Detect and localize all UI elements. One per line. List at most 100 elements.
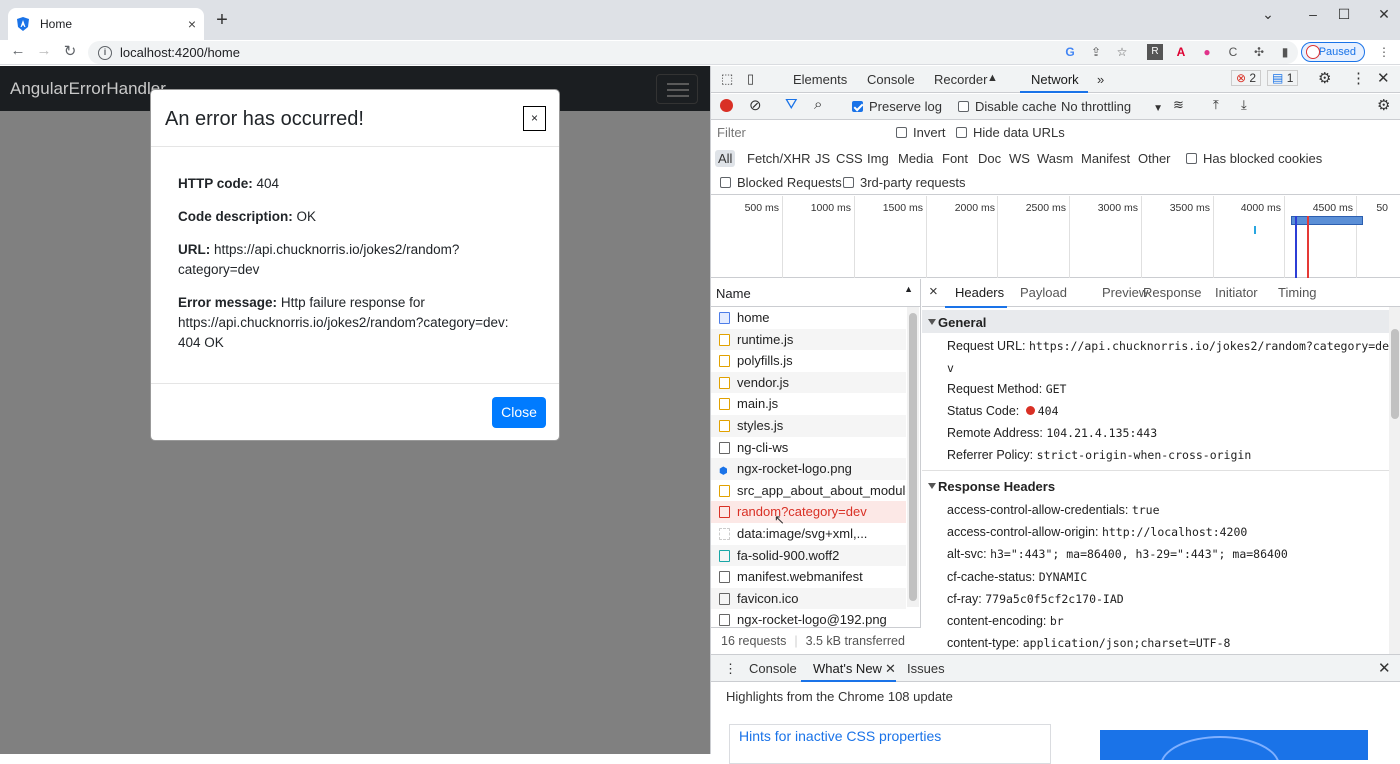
request-row[interactable]: data:image/svg+xml,... bbox=[711, 523, 906, 545]
tab-response[interactable]: Response bbox=[1143, 285, 1202, 300]
request-row-error[interactable]: random?category=dev bbox=[711, 501, 906, 523]
hint-title[interactable]: Hints for inactive CSS properties bbox=[739, 728, 941, 744]
preserve-log-checkbox[interactable]: Preserve log bbox=[852, 99, 942, 114]
messages-badge[interactable]: ▤ 1 bbox=[1267, 70, 1299, 86]
request-row[interactable]: fa-solid-900.woff2 bbox=[711, 544, 906, 567]
request-row[interactable]: ⬢ ngx-rocket-logo.png bbox=[711, 458, 906, 480]
close-details-icon[interactable]: × bbox=[929, 283, 938, 300]
type-js[interactable]: JS bbox=[812, 150, 833, 167]
minimize-button[interactable]: – bbox=[1298, 6, 1328, 22]
app-brand[interactable]: AngularErrorHandler bbox=[10, 79, 166, 99]
share-icon[interactable]: ⇪ bbox=[1088, 44, 1104, 60]
tab-network[interactable]: Network bbox=[1031, 72, 1079, 87]
clear-icon[interactable]: ⊘ bbox=[749, 96, 762, 114]
tab-recorder[interactable]: Recorder bbox=[934, 72, 987, 87]
menu-kebab-icon[interactable]: ⋮ bbox=[1376, 44, 1392, 60]
inspect-element-icon[interactable]: ⬚ bbox=[721, 71, 733, 87]
drawer-menu-icon[interactable]: ⋮ bbox=[724, 661, 737, 677]
request-row[interactable]: ngx-rocket-logo@192.png bbox=[711, 609, 906, 627]
close-drawer-icon[interactable]: ✕ bbox=[1378, 659, 1391, 677]
angular-devtools-icon[interactable]: A bbox=[1173, 44, 1189, 60]
type-media[interactable]: Media bbox=[895, 150, 936, 167]
devtools-menu-icon[interactable]: ⋮ bbox=[1351, 69, 1366, 87]
errors-badge[interactable]: ⊗ 2 bbox=[1231, 70, 1262, 86]
device-toolbar-icon[interactable]: ▯ bbox=[747, 71, 754, 87]
type-doc[interactable]: Doc bbox=[975, 150, 1004, 167]
export-har-icon[interactable]: ⤓ bbox=[1241, 97, 1247, 113]
network-overview-timeline[interactable]: 500 ms 1000 ms 1500 ms 2000 ms 2500 ms 3… bbox=[711, 196, 1400, 278]
tab-search-icon[interactable]: ⌄ bbox=[1253, 6, 1283, 23]
request-list-scrollbar[interactable] bbox=[907, 307, 919, 607]
tab-headers[interactable]: Headers bbox=[955, 285, 1004, 300]
record-icon[interactable] bbox=[720, 99, 733, 112]
settings-gear-icon[interactable]: ⚙ bbox=[1318, 69, 1331, 87]
type-wasm[interactable]: Wasm bbox=[1034, 150, 1076, 167]
has-blocked-cookies-checkbox[interactable]: Has blocked cookies bbox=[1186, 151, 1322, 166]
tab-initiator[interactable]: Initiator bbox=[1215, 285, 1258, 300]
type-manifest[interactable]: Manifest bbox=[1078, 150, 1133, 167]
filter-input[interactable]: Filter bbox=[714, 124, 884, 142]
drawer-tab-whats-new[interactable]: What's New bbox=[813, 661, 882, 676]
type-all[interactable]: All bbox=[715, 150, 736, 167]
close-button[interactable]: Close bbox=[492, 397, 546, 428]
third-party-checkbox[interactable]: 3rd-party requests bbox=[843, 175, 966, 190]
name-column-header[interactable]: Name ▲ bbox=[711, 279, 921, 307]
browser-tab[interactable]: Home × bbox=[8, 8, 204, 40]
disable-cache-checkbox[interactable]: Disable cache bbox=[958, 99, 1057, 114]
forward-arrow-icon[interactable]: → bbox=[34, 42, 54, 59]
throttling-select[interactable]: No throttling ▼ bbox=[1061, 99, 1163, 114]
import-har-icon[interactable]: ⤒ bbox=[1213, 97, 1219, 113]
request-row[interactable]: polyfills.js bbox=[711, 350, 906, 372]
request-row[interactable]: src_app_about_about_module_ bbox=[711, 480, 906, 502]
close-window-button[interactable]: ✕ bbox=[1369, 6, 1399, 23]
tab-preview[interactable]: Preview bbox=[1102, 285, 1148, 300]
reload-icon[interactable]: ↻ bbox=[60, 42, 80, 60]
google-icon[interactable]: G bbox=[1062, 44, 1078, 60]
tab-close-icon[interactable]: × bbox=[188, 16, 196, 32]
site-info-icon[interactable]: i bbox=[98, 45, 112, 60]
search-icon[interactable]: ⌕ bbox=[814, 96, 822, 113]
close-devtools-icon[interactable]: ✕ bbox=[1377, 69, 1390, 87]
drawer-tab-console[interactable]: Console bbox=[749, 661, 797, 676]
request-row[interactable]: styles.js bbox=[711, 415, 906, 437]
more-tabs-icon[interactable]: » bbox=[1097, 72, 1104, 87]
back-arrow-icon[interactable]: ← bbox=[8, 42, 28, 59]
maximize-button[interactable]: ☐ bbox=[1329, 6, 1359, 23]
drawer-tab-issues[interactable]: Issues bbox=[907, 661, 945, 676]
request-row[interactable]: main.js bbox=[711, 393, 906, 415]
hint-card[interactable]: Hints for inactive CSS properties bbox=[729, 724, 1051, 764]
type-fetch-xhr[interactable]: Fetch/XHR bbox=[744, 150, 814, 167]
type-ws[interactable]: WS bbox=[1006, 150, 1033, 167]
close-whats-new-icon[interactable]: ✕ bbox=[885, 661, 896, 677]
tab-elements[interactable]: Elements bbox=[793, 72, 847, 87]
request-row[interactable]: vendor.js bbox=[711, 371, 906, 394]
type-other[interactable]: Other bbox=[1135, 150, 1174, 167]
general-section-header[interactable]: General bbox=[922, 310, 1392, 333]
type-css[interactable]: CSS bbox=[833, 150, 866, 167]
details-scrollbar[interactable] bbox=[1389, 307, 1400, 654]
request-row[interactable]: favicon.ico bbox=[711, 587, 906, 610]
tab-timing[interactable]: Timing bbox=[1278, 285, 1317, 300]
filter-funnel-icon[interactable]: ⛛ bbox=[785, 96, 798, 113]
extension-r-icon[interactable]: R bbox=[1147, 44, 1163, 60]
request-row[interactable]: home bbox=[711, 307, 906, 329]
request-row[interactable]: manifest.webmanifest bbox=[711, 566, 906, 588]
profile-paused-button[interactable]: Paused bbox=[1301, 42, 1365, 62]
response-headers-section-header[interactable]: Response Headers bbox=[922, 474, 1392, 497]
extensions-puzzle-icon[interactable]: ✣ bbox=[1251, 44, 1267, 60]
tab-console[interactable]: Console bbox=[867, 72, 915, 87]
extension-c-icon[interactable]: C bbox=[1225, 44, 1241, 60]
bookmark-star-icon[interactable]: ☆ bbox=[1114, 44, 1130, 60]
type-font[interactable]: Font bbox=[939, 150, 971, 167]
modal-close-icon[interactable]: × bbox=[523, 106, 546, 131]
type-img[interactable]: Img bbox=[864, 150, 892, 167]
network-settings-gear-icon[interactable]: ⚙ bbox=[1377, 96, 1390, 114]
blocked-requests-checkbox[interactable]: Blocked Requests bbox=[720, 175, 842, 190]
extension-pink-icon[interactable]: ● bbox=[1199, 44, 1215, 60]
invert-checkbox[interactable]: Invert bbox=[896, 125, 946, 140]
navbar-toggler-button[interactable] bbox=[656, 74, 698, 104]
request-row[interactable]: ng-cli-ws bbox=[711, 437, 906, 459]
network-conditions-icon[interactable]: ≋ bbox=[1173, 97, 1184, 113]
new-tab-button[interactable]: + bbox=[212, 10, 232, 30]
request-row[interactable]: runtime.js bbox=[711, 328, 906, 351]
